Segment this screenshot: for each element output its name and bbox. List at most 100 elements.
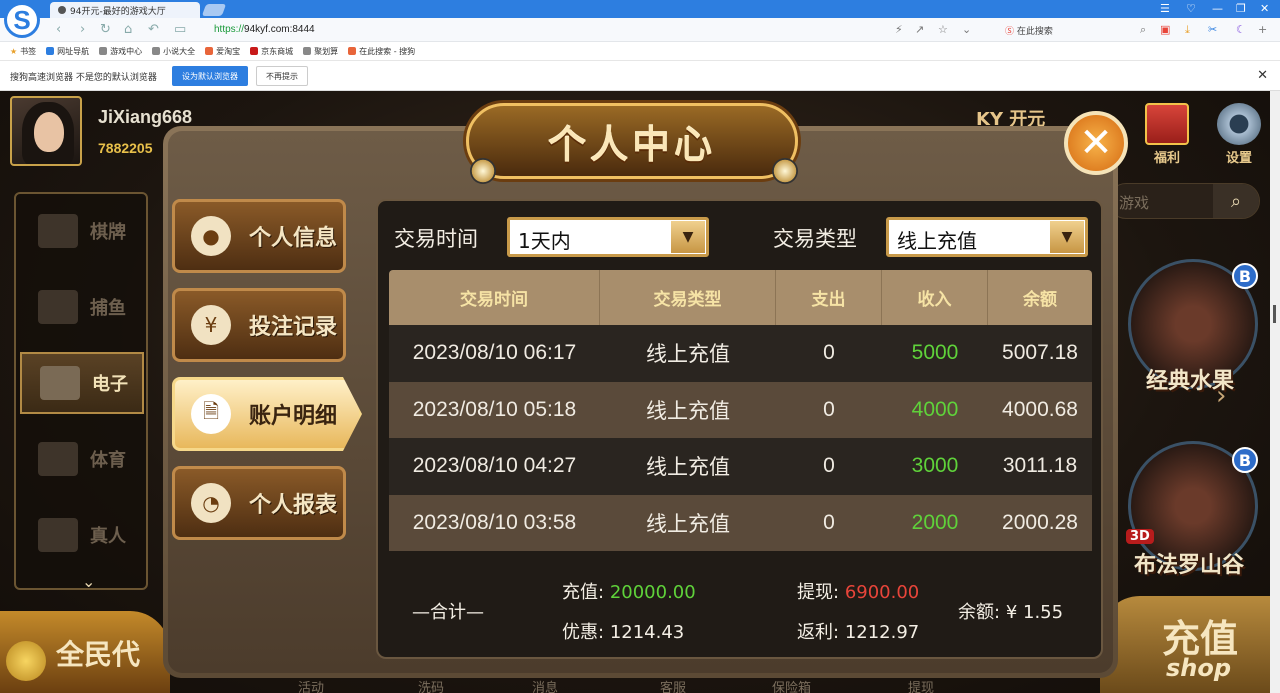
summary-discount: 优惠: 1214.43 bbox=[562, 622, 685, 643]
scissors-icon[interactable]: ✂ bbox=[1208, 23, 1217, 36]
window-close-icon[interactable]: ✕ bbox=[1260, 2, 1269, 15]
chevron-down-icon[interactable]: ▼ bbox=[671, 221, 705, 253]
menu-bet-records[interactable]: ¥ 投注记录 bbox=[172, 288, 346, 362]
cell-income: 3000 bbox=[911, 454, 959, 478]
menu-personal-info[interactable]: ● 个人信息 bbox=[172, 199, 346, 273]
no-more-prompt-button[interactable]: 不再提示 bbox=[256, 66, 308, 86]
bottom-nav-item[interactable]: 客服 bbox=[660, 677, 686, 693]
category-electronic[interactable]: 电子 bbox=[20, 352, 144, 414]
home-icon[interactable]: ⌂ bbox=[124, 22, 132, 37]
lamp-icon bbox=[470, 158, 496, 184]
bookmark-item[interactable]: 游戏中心 bbox=[99, 46, 142, 57]
chevron-down-icon[interactable]: ⌄ bbox=[82, 572, 95, 591]
bookmark-item[interactable]: 爱淘宝 bbox=[205, 46, 240, 57]
transactions-table: 交易时间 交易类型 支出 收入 余额 2023/08/10 06:17 线上充值… bbox=[389, 270, 1092, 551]
search-icon[interactable]: ⌕ bbox=[1140, 23, 1146, 37]
menu-personal-report[interactable]: ◔ 个人报表 bbox=[172, 466, 346, 540]
browser-search-input[interactable]: Ⓢ 在此搜索 bbox=[1005, 24, 1053, 37]
table-row: 2023/08/10 06:17 线上充值 0 5000 5007.18 bbox=[389, 325, 1092, 382]
bottom-nav-item[interactable]: 保险箱 bbox=[772, 677, 811, 693]
game-search-input[interactable]: 游戏 ⌕ bbox=[1108, 183, 1260, 219]
cell-time: 2023/08/10 03:58 bbox=[412, 510, 577, 534]
bookmark-item[interactable]: ★ 书签 bbox=[10, 46, 36, 57]
reload-icon[interactable]: ↻ bbox=[100, 22, 111, 37]
shop-button[interactable]: 充值 shop bbox=[1100, 596, 1270, 693]
browser-titlebar: 94开元-最好的游戏大厅 ☰ ♡ — ❐ ✕ bbox=[0, 0, 1280, 18]
menu-account-details[interactable]: 🗎 账户明细 bbox=[172, 377, 362, 451]
ball-icon bbox=[38, 442, 78, 476]
column-header: 收入 bbox=[882, 270, 988, 325]
browser-logo: S bbox=[4, 2, 40, 38]
cell-time: 2023/08/10 05:18 bbox=[412, 397, 577, 421]
bookmark-item[interactable]: 聚划算 bbox=[303, 46, 338, 57]
minimize-icon[interactable]: — bbox=[1212, 2, 1223, 15]
summary-label: —合计— bbox=[412, 602, 484, 623]
time-filter-label: 交易时间 bbox=[394, 227, 478, 251]
forward-icon[interactable]: › bbox=[80, 22, 85, 37]
cell-expense: 0 bbox=[823, 510, 835, 534]
settings-button[interactable]: 设置 bbox=[1212, 103, 1266, 167]
summary-withdraw: 提现: 6900.00 bbox=[797, 582, 920, 603]
chevron-down-icon[interactable]: ⌄ bbox=[962, 23, 971, 36]
bookmarks-bar: ★ 书签 网址导航 游戏中心 小说大全 爱淘宝 京东商城 聚划算 在此搜索 - 搜… bbox=[0, 42, 1280, 61]
menu-icon[interactable]: ☰ bbox=[1160, 2, 1170, 15]
category-sports[interactable]: 体育 bbox=[20, 428, 144, 490]
cell-type: 线上充值 bbox=[646, 398, 730, 423]
page-scrollbar[interactable] bbox=[1270, 91, 1280, 693]
extension-icon[interactable]: ▣ bbox=[1160, 23, 1170, 36]
favorite-star-icon[interactable]: ☆ bbox=[938, 23, 948, 36]
set-default-button[interactable]: 设为默认浏览器 bbox=[172, 66, 248, 86]
gift-icon bbox=[1145, 103, 1189, 145]
skin-icon[interactable]: ♡ bbox=[1186, 2, 1196, 15]
bottom-nav: 活动 洗码 消息 客服 保险箱 提现 bbox=[170, 677, 1100, 693]
share-icon[interactable]: ↗ bbox=[915, 23, 924, 36]
tab-favicon-icon bbox=[58, 6, 66, 14]
type-filter-select[interactable]: 线上充值 ▼ bbox=[886, 217, 1088, 257]
category-live[interactable]: 真人 bbox=[20, 504, 144, 566]
table-row: 2023/08/10 04:27 线上充值 0 3000 3011.18 bbox=[389, 438, 1092, 495]
badge-b-icon: B bbox=[1232, 263, 1258, 289]
table-row: 2023/08/10 05:18 线上充值 0 4000 4000.68 bbox=[389, 381, 1092, 438]
welfare-button[interactable]: 福利 bbox=[1140, 103, 1194, 167]
column-header: 交易时间 bbox=[389, 270, 600, 325]
search-icon[interactable]: ⌕ bbox=[1213, 184, 1259, 218]
slot-machine-icon bbox=[40, 366, 80, 400]
gear-icon bbox=[1217, 103, 1261, 145]
back-icon[interactable]: ‹ bbox=[56, 22, 61, 37]
time-filter-select[interactable]: 1天内 ▼ bbox=[507, 217, 709, 257]
bookmark-item[interactable]: 网址导航 bbox=[46, 46, 89, 57]
username: JiXiang668 bbox=[98, 107, 193, 127]
tab-title: 94开元-最好的游戏大厅 bbox=[70, 6, 166, 17]
bookmark-item[interactable]: 京东商城 bbox=[250, 46, 293, 57]
url-field[interactable]: https://94kyf.com:8444 bbox=[214, 24, 315, 35]
person-icon: ● bbox=[191, 216, 231, 256]
chevron-right-icon[interactable]: › bbox=[1216, 381, 1226, 411]
address-bar: ‹ › ↻ ⌂ ↶ ▭ https://94kyf.com:8444 ⚡ ↗ ☆… bbox=[0, 18, 1280, 42]
browser-tab[interactable]: 94开元-最好的游戏大厅 bbox=[50, 2, 200, 18]
avatar[interactable] bbox=[10, 96, 82, 166]
category-chess[interactable]: 棋牌 bbox=[20, 200, 144, 262]
maximize-icon[interactable]: ❐ bbox=[1236, 2, 1246, 15]
download-icon[interactable]: ⤓ bbox=[1185, 23, 1190, 37]
cell-expense: 0 bbox=[823, 341, 835, 365]
bookmark-item[interactable]: 小说大全 bbox=[152, 46, 195, 57]
cell-expense: 0 bbox=[823, 397, 835, 421]
infobar-message: 搜狗高速浏览器 不是您的默认浏览器 bbox=[10, 73, 157, 83]
undo-icon[interactable]: ↶ bbox=[148, 22, 159, 37]
bottom-nav-item[interactable]: 消息 bbox=[532, 677, 558, 693]
chevron-down-icon[interactable]: ▼ bbox=[1050, 221, 1084, 253]
bottom-nav-item[interactable]: 活动 bbox=[298, 677, 324, 693]
reader-icon[interactable]: ▭ bbox=[174, 22, 186, 37]
more-icon[interactable]: + bbox=[1258, 23, 1267, 36]
new-tab-button[interactable] bbox=[201, 4, 227, 16]
category-fishing[interactable]: 捕鱼 bbox=[20, 276, 144, 338]
bottom-nav-item[interactable]: 洗码 bbox=[418, 677, 444, 693]
bookmark-item[interactable]: 在此搜索 - 搜狗 bbox=[348, 46, 415, 57]
infobar-close-icon[interactable]: ✕ bbox=[1257, 68, 1268, 83]
close-icon[interactable]: ✕ bbox=[1064, 111, 1128, 175]
promo-button[interactable]: 全民代 bbox=[0, 611, 170, 693]
flash-icon[interactable]: ⚡ bbox=[895, 23, 903, 36]
bottom-nav-item[interactable]: 提现 bbox=[908, 677, 934, 693]
moon-icon[interactable]: ☾ bbox=[1236, 23, 1246, 36]
table-row: 2023/08/10 03:58 线上充值 0 2000 2000.28 bbox=[389, 494, 1092, 551]
